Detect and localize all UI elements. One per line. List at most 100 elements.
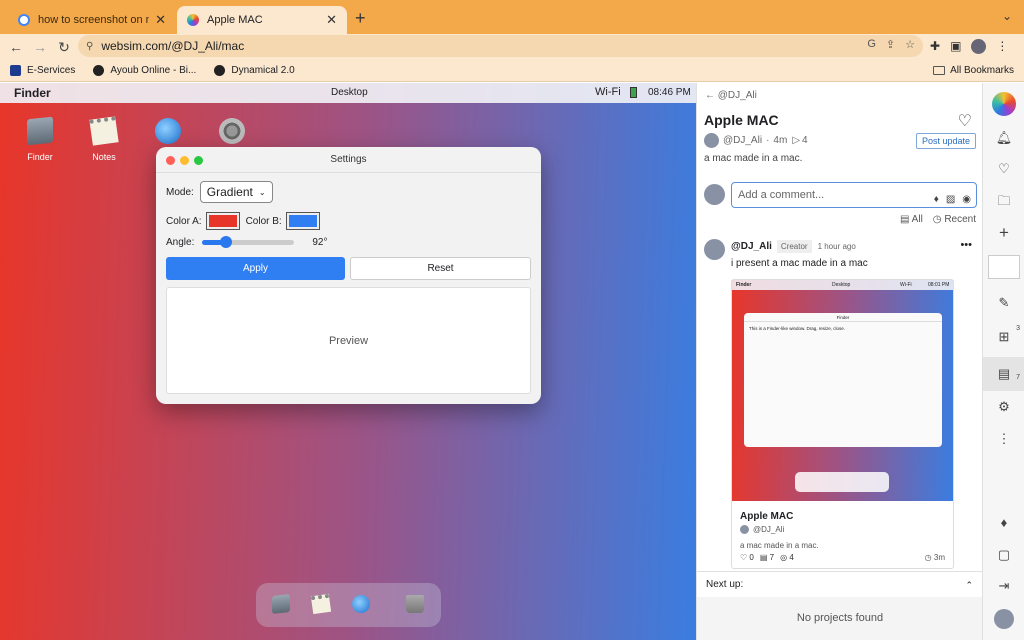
- menubar-app-name[interactable]: Finder: [14, 86, 51, 100]
- window-title: Settings: [330, 154, 367, 165]
- collapse-panel-icon[interactable]: ⇥: [983, 578, 1024, 594]
- window-titlebar[interactable]: Settings: [156, 147, 541, 173]
- desktop-icon-label: Notes: [92, 152, 116, 162]
- all-bookmarks[interactable]: All Bookmarks: [933, 65, 1014, 76]
- new-tab-button[interactable]: +: [355, 8, 366, 29]
- diamond-icon[interactable]: ♦: [934, 188, 939, 212]
- project-thumbnail[interactable]: [983, 255, 1024, 279]
- filter-all-label: All: [911, 214, 923, 225]
- screenshot-window-text: This is a Finder-like window. Drag, resi…: [749, 326, 846, 331]
- kebab-menu-icon[interactable]: ⋮: [996, 39, 1008, 54]
- chat-icon[interactable]: ▢: [983, 547, 1024, 563]
- url-text: websim.com/@DJ_Ali/mac: [101, 39, 245, 53]
- more-options-icon[interactable]: •••: [960, 239, 972, 251]
- desktop-icon-finder[interactable]: Finder: [12, 116, 68, 162]
- dock-globe-icon[interactable]: [352, 595, 370, 613]
- back-arrow-icon[interactable]: ←: [4, 39, 28, 55]
- card-stats: ♡ 0 ▤ 7 ◎ 4: [740, 553, 794, 562]
- tab-apple-mac[interactable]: Apple MAC ✕: [177, 6, 347, 34]
- screenshot-wifi: Wi-Fi: [900, 282, 912, 288]
- image-icon[interactable]: ▨: [946, 188, 955, 212]
- next-up-header[interactable]: Next up: ⌃: [697, 571, 983, 597]
- apply-button[interactable]: Apply: [166, 257, 345, 280]
- tab-search-icon[interactable]: ⌄: [1002, 9, 1012, 23]
- comment-placeholder: Add a comment...: [738, 189, 825, 201]
- bell-icon[interactable]: 🔔︎: [983, 130, 1024, 146]
- mac-desktop: Finder Desktop Wi-Fi 08:46 PM Finder Not…: [0, 83, 696, 640]
- bookmarks-bar: E-Services Ayoub Online - Bi... Dynamica…: [0, 60, 1024, 82]
- preview-area: Preview: [166, 287, 531, 394]
- avatar[interactable]: [704, 239, 725, 260]
- filter-all[interactable]: ▤ All: [900, 214, 923, 225]
- plus-icon[interactable]: +: [983, 223, 1024, 243]
- grid-icon[interactable]: ⊞ 3: [983, 325, 1024, 345]
- color-a-label: Color A:: [166, 215, 202, 227]
- dock-trash-icon[interactable]: [406, 595, 424, 613]
- comment-input[interactable]: Add a comment... ♦ ▨ ◉: [731, 182, 977, 208]
- mac-dock: [256, 583, 441, 627]
- heart-icon[interactable]: ♡: [958, 111, 972, 131]
- websim-logo-icon[interactable]: [992, 92, 1016, 116]
- close-tab-icon[interactable]: ✕: [326, 12, 337, 28]
- dock-finder-icon[interactable]: [272, 594, 290, 614]
- address-bar[interactable]: ⚲ websim.com/@DJ_Ali/mac G ⇪ ☆: [78, 35, 923, 57]
- folder-icon[interactable]: 🗀: [983, 192, 1024, 214]
- reload-icon[interactable]: ↻: [52, 39, 76, 56]
- likes-count: 0: [749, 553, 754, 562]
- comment-icon: ▤: [759, 553, 768, 562]
- back-link[interactable]: ← @DJ_Ali: [705, 90, 757, 101]
- forward-arrow-icon[interactable]: →: [28, 39, 52, 55]
- heart-icon[interactable]: ♡: [983, 161, 1024, 177]
- side-panel-icon[interactable]: ▣: [950, 39, 961, 54]
- avatar[interactable]: [983, 609, 1024, 632]
- settings-window[interactable]: Settings Mode: Gradient ⌄ Color A: Color…: [156, 147, 541, 404]
- all-bookmarks-label: All Bookmarks: [950, 65, 1014, 76]
- wifi-label[interactable]: Wi-Fi: [595, 86, 621, 98]
- tab-bing[interactable]: how to screenshot on mac - Bing ✕: [8, 6, 176, 34]
- comments-icon[interactable]: ▤ 7: [983, 357, 1024, 391]
- diamond-icon[interactable]: ♦: [983, 515, 1024, 530]
- author-name[interactable]: @DJ_Ali: [723, 135, 762, 146]
- share-icon[interactable]: ⇪: [886, 38, 895, 51]
- views-count: 4: [789, 553, 794, 562]
- color-b-picker[interactable]: [285, 212, 320, 230]
- angle-slider[interactable]: [202, 236, 295, 248]
- dock-notes-icon[interactable]: [310, 593, 332, 615]
- google-icon: [18, 14, 30, 26]
- color-b-swatch: [288, 215, 317, 227]
- color-a-picker[interactable]: [205, 212, 240, 230]
- bookmark-dynamical[interactable]: Dynamical 2.0: [214, 65, 295, 76]
- desktop-icon-notes[interactable]: Notes: [76, 116, 132, 162]
- globe-icon: [214, 65, 226, 76]
- project-meta: @DJ_Ali · 4m ▷ 4: [704, 133, 808, 148]
- tab-strip: how to screenshot on mac - Bing ✕ Apple …: [0, 0, 1024, 34]
- record-icon[interactable]: ◉: [962, 188, 971, 212]
- pencil-icon[interactable]: ✎: [983, 295, 1024, 311]
- gear-icon[interactable]: ⚙: [983, 399, 1024, 415]
- card-title: Apple MAC: [740, 511, 794, 522]
- project-screenshot: Finder Desktop Wi-Fi 08:01 PM Finder Thi…: [732, 280, 953, 501]
- comment-user[interactable]: @DJ_Ali: [731, 241, 772, 252]
- extensions-icon[interactable]: ✚: [930, 39, 940, 54]
- project-card[interactable]: Finder Desktop Wi-Fi 08:01 PM Finder Thi…: [731, 279, 954, 569]
- mode-label: Mode:: [166, 186, 194, 198]
- bookmark-ayoub-online[interactable]: Ayoub Online - Bi...: [93, 65, 196, 76]
- more-vertical-icon[interactable]: ⋮: [983, 431, 1024, 447]
- google-lens-icon[interactable]: G: [867, 38, 876, 51]
- slider-knob[interactable]: [220, 236, 233, 248]
- color-row: Color A: Color B:: [166, 212, 326, 230]
- close-tab-icon[interactable]: ✕: [155, 12, 166, 28]
- reset-button[interactable]: Reset: [350, 257, 531, 280]
- views-count: 4: [802, 135, 808, 146]
- mode-select[interactable]: Gradient ⌄: [199, 181, 273, 203]
- bookmark-label: E-Services: [27, 65, 76, 76]
- site-info-icon[interactable]: ⚲: [86, 41, 93, 52]
- profile-avatar[interactable]: [971, 39, 987, 54]
- avatar[interactable]: [704, 133, 719, 148]
- bookmark-e-services[interactable]: E-Services: [10, 65, 75, 76]
- card-description: a mac made in a mac.: [740, 541, 819, 550]
- bookmark-star-icon[interactable]: ☆: [905, 38, 915, 51]
- post-update-button[interactable]: Post update: [915, 133, 976, 149]
- chevron-up-icon[interactable]: ⌃: [965, 572, 973, 598]
- filter-recent[interactable]: ◷ Recent: [933, 214, 976, 225]
